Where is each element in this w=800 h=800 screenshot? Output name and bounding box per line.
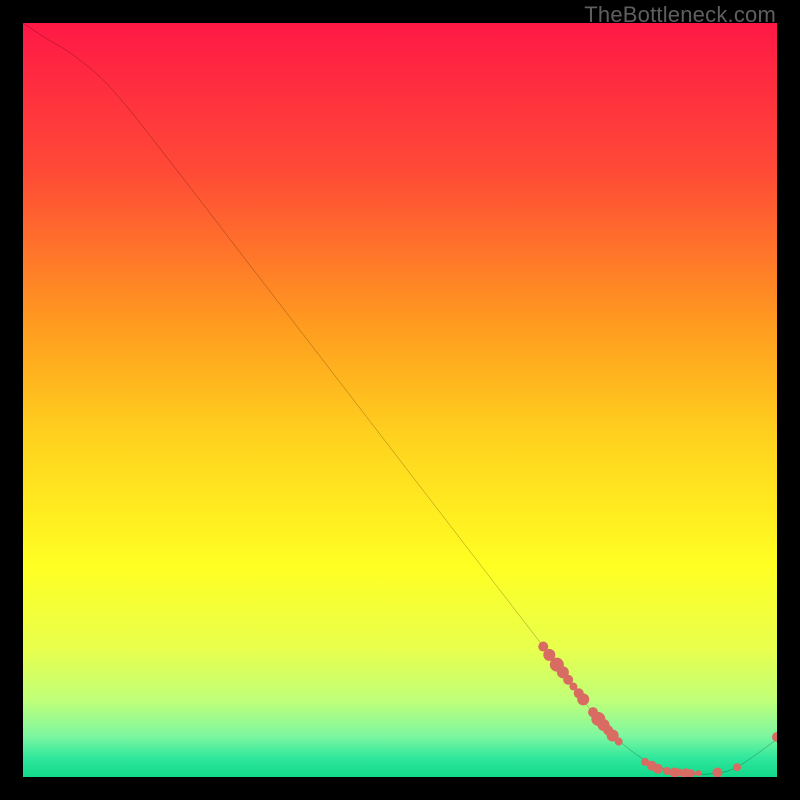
scatter-point bbox=[615, 738, 623, 746]
chart-stage: TheBottleneck.com bbox=[0, 0, 800, 800]
scatter-group bbox=[538, 642, 777, 777]
scatter-point bbox=[772, 732, 777, 742]
scatter-point bbox=[696, 770, 702, 776]
scatter-point bbox=[577, 693, 589, 705]
scatter-point bbox=[687, 769, 695, 777]
scatter-point bbox=[653, 764, 663, 774]
scatter-point bbox=[733, 763, 741, 771]
bottleneck-curve-path bbox=[23, 23, 777, 774]
chart-svg bbox=[23, 23, 777, 777]
scatter-point bbox=[712, 767, 722, 777]
plot-area bbox=[23, 23, 777, 777]
